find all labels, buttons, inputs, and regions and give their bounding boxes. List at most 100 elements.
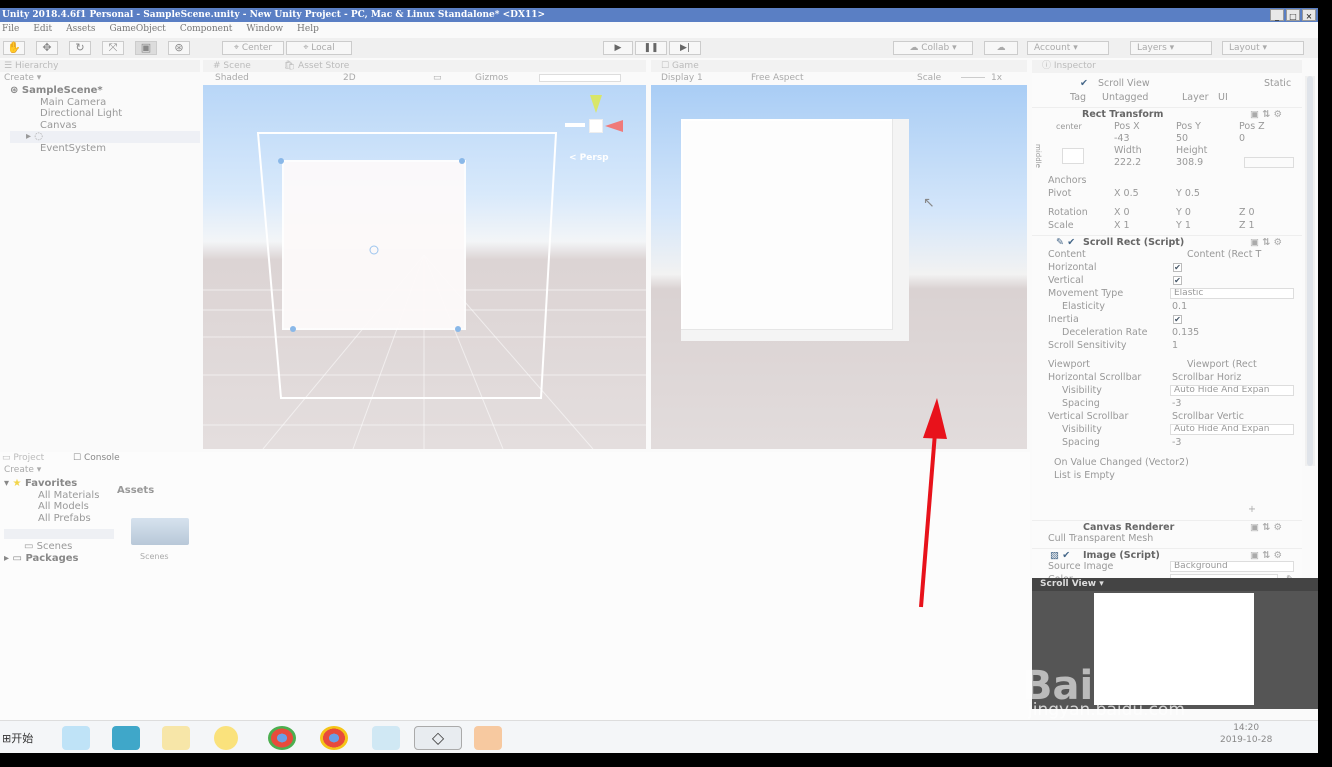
console-tab[interactable]: ☐ Console [47, 453, 120, 463]
hierarchy-item-eventsystem[interactable]: EventSystem [10, 143, 200, 155]
inspector-scrollbar[interactable] [1305, 76, 1315, 466]
packages-item[interactable]: ▸ ▭ Packages [4, 553, 114, 565]
game-tab[interactable]: ☐ Game [651, 60, 1027, 72]
scale-tool-icon[interactable]: ⤧ [102, 41, 124, 55]
fav-all-models[interactable]: All Models [4, 501, 114, 513]
shading-dropdown[interactable]: Shaded [215, 72, 249, 84]
hspace-field[interactable]: -3 [1172, 397, 1181, 410]
hierarchy-tab[interactable]: ☰ Hierarchy [0, 60, 200, 72]
play-button[interactable]: ▶ [603, 41, 633, 55]
account-dropdown[interactable]: Account ▾ [1027, 41, 1109, 55]
hierarchy-item-scroll-view-selected[interactable]: ▸ ◌ [10, 131, 200, 143]
scale-z-field[interactable]: Z 1 [1239, 219, 1255, 232]
project-create-button[interactable]: Create ▾ [4, 465, 41, 475]
anchors-row[interactable]: Anchors [1032, 174, 1302, 187]
pivot-y-field[interactable]: Y 0.5 [1176, 187, 1200, 200]
layers-dropdown[interactable]: Layers ▾ [1130, 41, 1212, 55]
width-field[interactable]: 222.2 [1114, 156, 1141, 169]
horizontal-checkbox[interactable]: ✔ [1173, 263, 1182, 272]
menu-assets[interactable]: Assets [66, 22, 95, 36]
aspect-dropdown[interactable]: Free Aspect [751, 72, 804, 84]
display-dropdown[interactable]: Display 1 [661, 72, 703, 84]
inspector-tab[interactable]: ⓘ Inspector [1032, 60, 1302, 73]
move-tool-icon[interactable]: ✥ [36, 41, 58, 55]
rotation-z-field[interactable]: Z 0 [1239, 206, 1255, 219]
scene-search-input[interactable] [539, 74, 621, 82]
source-image-field[interactable]: Background [1170, 561, 1294, 572]
rect-transform-header[interactable]: Rect Transform ▣ ⇅ ⚙ [1032, 107, 1302, 120]
menu-window[interactable]: Window [246, 22, 283, 36]
scale-y-field[interactable]: Y 1 [1176, 219, 1191, 232]
rect-tool-icon[interactable]: ▣ [135, 41, 157, 55]
static-toggle[interactable]: Static [1264, 77, 1291, 90]
game-viewport[interactable]: ↖ [651, 85, 1027, 449]
network-app-icon[interactable] [372, 726, 400, 750]
hand-tool-icon[interactable]: ✋ [3, 41, 25, 55]
image-app-icon[interactable] [474, 726, 502, 750]
inertia-checkbox[interactable]: ✔ [1173, 315, 1182, 324]
unity-taskbar-icon[interactable]: ◇ [414, 726, 462, 750]
rotate-tool-icon[interactable]: ↻ [69, 41, 91, 55]
object-name[interactable]: Scroll View [1098, 77, 1150, 90]
tree-scenes[interactable]: ▭ Scenes [4, 541, 114, 553]
add-event-button[interactable]: + [1248, 504, 1256, 515]
fav-all-materials[interactable]: All Materials [4, 490, 114, 502]
height-field[interactable]: 308.9 [1176, 156, 1203, 169]
layout-dropdown[interactable]: Layout ▾ [1222, 41, 1304, 55]
scene-tab[interactable]: # Scene [203, 61, 251, 71]
preview-header[interactable]: Scroll View ▾ [1032, 578, 1318, 591]
hbar-field[interactable]: Scrollbar Horiz [1172, 371, 1241, 384]
folder-icon[interactable] [162, 726, 190, 750]
hierarchy-item-main-camera[interactable]: Main Camera [10, 97, 200, 109]
vertical-scrollbar[interactable] [892, 119, 909, 341]
hvis-dropdown[interactable]: Auto Hide And Expan [1170, 385, 1294, 396]
pivot-x-field[interactable]: X 0.5 [1114, 187, 1139, 200]
hierarchy-item-directional-light[interactable]: Directional Light [10, 108, 200, 120]
layer-dropdown[interactable]: UI [1218, 91, 1228, 104]
scene-gizmo-icon[interactable] [563, 95, 633, 159]
fav-all-prefabs[interactable]: All Prefabs [4, 513, 114, 525]
chrome-alt-icon[interactable] [320, 726, 348, 750]
chrome-icon[interactable] [268, 726, 296, 750]
start-button[interactable]: ⊞开始 [2, 730, 33, 746]
pivot-center-button[interactable]: ⌖ Center [222, 41, 284, 55]
media-icon[interactable] [214, 726, 238, 750]
scale-slider[interactable] [961, 77, 985, 78]
2d-toggle[interactable]: 2D [343, 72, 356, 84]
pivot-local-button[interactable]: ⌖ Local [286, 41, 352, 55]
assets-tree-item-selected[interactable] [4, 528, 114, 539]
vbar-field[interactable]: Scrollbar Vertic [1172, 410, 1244, 423]
clock[interactable]: 14:20 2019-10-28 [1220, 722, 1272, 746]
perspective-label[interactable]: < Persp [569, 153, 609, 163]
menu-file[interactable]: File [2, 22, 19, 36]
step-button[interactable]: ▶| [669, 41, 701, 55]
vvis-dropdown[interactable]: Auto Hide And Expan [1170, 424, 1294, 435]
pause-button[interactable]: ❚❚ [635, 41, 667, 55]
scene-viewport[interactable]: < Persp [203, 85, 646, 449]
movement-dropdown[interactable]: Elastic [1170, 288, 1294, 299]
inspector-scroll-thumb[interactable] [1307, 76, 1313, 466]
gizmos-dropdown[interactable]: Gizmos [475, 72, 508, 84]
scroll-rect-header[interactable]: ✎ ✔ Scroll Rect (Script) ▣ ⇅ ⚙ [1032, 235, 1302, 248]
app-icon[interactable] [112, 726, 140, 750]
vertical-checkbox[interactable]: ✔ [1173, 276, 1182, 285]
close-button[interactable]: × [1302, 9, 1316, 21]
collab-dropdown[interactable]: ☁ Collab ▾ [893, 41, 973, 55]
transform-tool-icon[interactable]: ⊛ [168, 41, 190, 55]
sensitivity-field[interactable]: 1 [1172, 339, 1178, 352]
menu-help[interactable]: Help [297, 22, 319, 36]
ie-icon[interactable] [62, 726, 90, 750]
elasticity-field[interactable]: 0.1 [1172, 300, 1187, 313]
active-checkbox-icon[interactable]: ✔ [1080, 77, 1088, 90]
menu-edit[interactable]: Edit [33, 22, 52, 36]
hierarchy-item-canvas[interactable]: Canvas [10, 120, 200, 132]
hierarchy-create-button[interactable]: Create ▾ [4, 73, 41, 83]
horizontal-scrollbar[interactable] [681, 329, 893, 341]
menu-component[interactable]: Component [180, 22, 233, 36]
cloud-icon[interactable]: ☁ [984, 41, 1018, 55]
scene-root-item[interactable]: ⊛ SampleScene* [10, 85, 200, 97]
asset-store-tab[interactable]: 🛍 Asset Store [254, 61, 350, 71]
tag-dropdown[interactable]: Untagged [1102, 91, 1148, 104]
rotation-x-field[interactable]: X 0 [1114, 206, 1130, 219]
menu-gameobject[interactable]: GameObject [109, 22, 165, 36]
